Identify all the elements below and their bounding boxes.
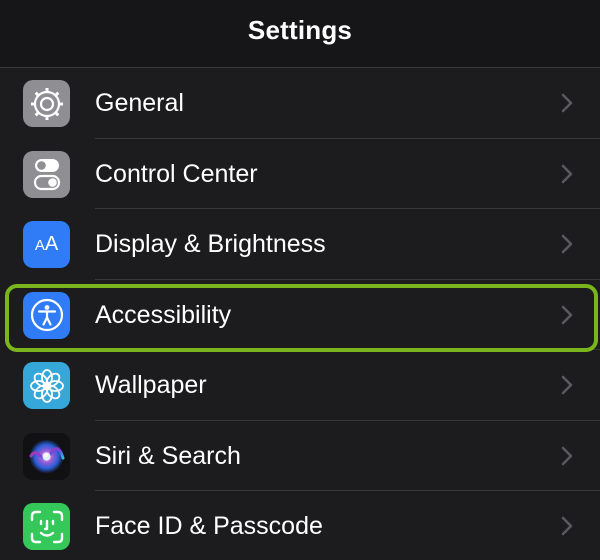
settings-row-siri-search[interactable]: Siri & Search bbox=[0, 421, 600, 491]
settings-row-general[interactable]: General bbox=[0, 68, 600, 139]
chevron-right-icon bbox=[561, 516, 573, 536]
face-id-icon bbox=[23, 503, 70, 550]
settings-screen: Settings General Control Center AA Displ… bbox=[0, 0, 600, 560]
settings-row-label: Control Center bbox=[95, 159, 258, 188]
page-title: Settings bbox=[247, 15, 353, 45]
gear-icon bbox=[23, 80, 70, 127]
text-size-small-letter: A bbox=[34, 237, 45, 254]
chevron-right-icon bbox=[561, 375, 573, 395]
settings-row-wallpaper[interactable]: Wallpaper bbox=[0, 350, 600, 421]
settings-row-face-id-passcode[interactable]: Face ID & Passcode bbox=[0, 491, 600, 560]
settings-row-label: Siri & Search bbox=[95, 441, 241, 470]
settings-row-control-center[interactable]: Control Center bbox=[0, 139, 600, 209]
settings-list: General Control Center AA Display & Brig… bbox=[0, 68, 600, 560]
settings-row-display-brightness[interactable]: AA Display & Brightness bbox=[0, 209, 600, 280]
chevron-right-icon bbox=[561, 234, 573, 254]
settings-row-label: Wallpaper bbox=[95, 371, 207, 399]
toggles-icon bbox=[23, 150, 70, 198]
settings-row-accessibility[interactable]: Accessibility bbox=[0, 280, 600, 351]
text-size-big-letter: A bbox=[44, 233, 59, 255]
settings-row-label: Face ID & Passcode bbox=[95, 512, 323, 540]
settings-row-label: Display & Brightness bbox=[95, 230, 326, 258]
chevron-right-icon bbox=[561, 164, 573, 183]
settings-row-label: Accessibility bbox=[95, 300, 232, 329]
accessibility-icon bbox=[23, 291, 70, 339]
siri-icon bbox=[23, 432, 70, 480]
text-size-icon: AA bbox=[23, 221, 70, 268]
flower-icon bbox=[23, 362, 70, 409]
chevron-right-icon bbox=[561, 446, 573, 465]
settings-row-label: General bbox=[95, 89, 184, 117]
chevron-right-icon bbox=[561, 93, 573, 113]
navigation-bar: Settings bbox=[0, 0, 600, 68]
chevron-right-icon bbox=[561, 305, 573, 324]
